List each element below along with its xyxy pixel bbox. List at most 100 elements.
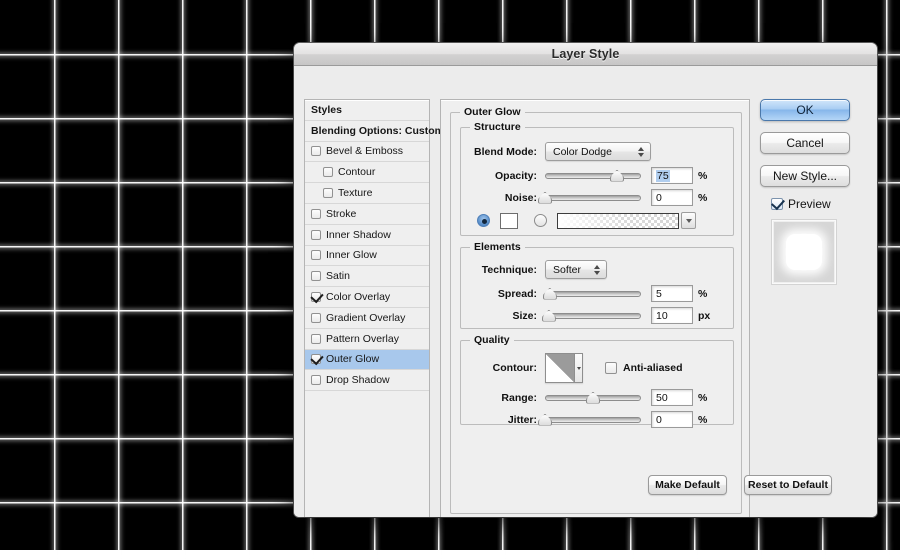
dialog-titlebar[interactable]: Layer Style [294, 43, 877, 66]
checkbox-icon[interactable] [311, 313, 321, 323]
fill-gradient-radio[interactable] [534, 214, 547, 227]
range-row: Range: 50 % [465, 389, 731, 406]
checkbox-icon[interactable] [311, 250, 321, 260]
styles-list-item-drop-shadow[interactable]: Drop Shadow [305, 370, 429, 391]
blend-mode-label: Blend Mode: [465, 146, 537, 158]
jitter-label: Jitter: [465, 414, 537, 426]
preview-toggle[interactable]: Preview [771, 197, 868, 211]
styles-list-item-contour[interactable]: Contour [305, 162, 429, 183]
noise-value: 0 [656, 192, 662, 204]
checkbox-icon[interactable] [311, 375, 321, 385]
gradient-picker-button[interactable] [681, 212, 696, 229]
styles-list-item-label: Stroke [326, 208, 356, 220]
styles-list-item-label: Contour [338, 166, 375, 178]
styles-list-item-outer-glow[interactable]: Outer Glow [305, 350, 429, 371]
technique-select[interactable]: Softer [545, 260, 607, 279]
effect-settings-panel: Outer Glow Structure Blend Mode: Color D… [440, 99, 750, 517]
styles-list-item-gradient-overlay[interactable]: Gradient Overlay [305, 308, 429, 329]
checkbox-icon[interactable] [311, 209, 321, 219]
styles-list-item-label: Inner Shadow [326, 229, 391, 241]
styles-list-item-pattern-overlay[interactable]: Pattern Overlay [305, 329, 429, 350]
jitter-slider[interactable] [545, 413, 641, 427]
styles-list-item-inner-shadow[interactable]: Inner Shadow [305, 225, 429, 246]
styles-list-item-blending-options-custom[interactable]: Blending Options: Custom [305, 121, 429, 142]
quality-legend: Quality [470, 334, 514, 346]
checkbox-icon[interactable] [311, 146, 321, 156]
checkbox-checked-icon[interactable] [311, 354, 321, 364]
contour-row: Contour: Anti-aliased [465, 353, 731, 383]
styles-list-item-label: Pattern Overlay [326, 333, 399, 345]
styles-list-item-inner-glow[interactable]: Inner Glow [305, 246, 429, 267]
spread-row: Spread: 5 % [465, 285, 731, 302]
elements-group: Elements Technique: Softer Spread: [460, 247, 734, 329]
slider-track [545, 291, 641, 297]
styles-list-item-label: Texture [338, 187, 372, 199]
checkbox-icon[interactable] [323, 188, 333, 198]
reset-to-default-button[interactable]: Reset to Default [744, 475, 832, 495]
blend-mode-select[interactable]: Color Dodge [545, 142, 651, 161]
blend-mode-value: Color Dodge [553, 146, 635, 158]
opacity-value: 75 [656, 170, 670, 182]
new-style-button[interactable]: New Style... [760, 165, 850, 187]
styles-list-item-stroke[interactable]: Stroke [305, 204, 429, 225]
checkbox-checked-icon[interactable] [311, 292, 321, 302]
checkbox-icon[interactable] [323, 167, 333, 177]
contour-curve-icon [546, 354, 574, 382]
styles-list-item-bevel-emboss[interactable]: Bevel & Emboss [305, 142, 429, 163]
anti-aliased-label: Anti-aliased [623, 362, 683, 374]
popup-arrows-icon [635, 145, 646, 158]
opacity-slider[interactable] [545, 169, 641, 183]
fill-color-radio[interactable] [477, 214, 490, 227]
preview-checkbox[interactable] [771, 198, 783, 210]
styles-list-item-label: Styles [311, 104, 342, 116]
styles-list-item-satin[interactable]: Satin [305, 266, 429, 287]
opacity-row: Opacity: 75 % [465, 167, 731, 184]
technique-label: Technique: [465, 264, 537, 276]
glow-color-swatch[interactable] [500, 213, 518, 229]
spread-unit: % [698, 288, 707, 300]
styles-list-item-label: Gradient Overlay [326, 312, 405, 324]
styles-list-item-label: Outer Glow [326, 353, 379, 365]
checkbox-icon[interactable] [311, 334, 321, 344]
range-label: Range: [465, 392, 537, 404]
noise-unit: % [698, 192, 707, 204]
gradient-preview-strip[interactable] [557, 213, 679, 229]
jitter-unit: % [698, 414, 707, 426]
anti-aliased-checkbox[interactable] [605, 362, 617, 374]
jitter-value: 0 [656, 414, 662, 426]
jitter-input[interactable]: 0 [651, 411, 693, 428]
outer-glow-group: Outer Glow Structure Blend Mode: Color D… [450, 112, 742, 514]
structure-group: Structure Blend Mode: Color Dodge Opacit… [460, 127, 734, 236]
contour-preview[interactable] [545, 353, 583, 383]
spread-slider[interactable] [545, 287, 641, 301]
noise-slider[interactable] [545, 191, 641, 205]
styles-list-item-styles[interactable]: Styles [305, 100, 429, 121]
structure-legend: Structure [470, 121, 525, 133]
layer-style-dialog: Layer Style Styles Blending Options: Cust… [294, 43, 877, 517]
styles-list-item-color-overlay[interactable]: Color Overlay [305, 287, 429, 308]
make-default-button[interactable]: Make Default [648, 475, 727, 495]
cancel-button[interactable]: Cancel [760, 132, 850, 154]
styles-list-item-texture[interactable]: Texture [305, 183, 429, 204]
styles-list-item-label: Color Overlay [326, 291, 390, 303]
size-slider[interactable] [545, 309, 641, 323]
opacity-unit: % [698, 170, 707, 182]
range-slider[interactable] [545, 391, 641, 405]
noise-input[interactable]: 0 [651, 189, 693, 206]
size-input[interactable]: 10 [651, 307, 693, 324]
range-input[interactable]: 50 [651, 389, 693, 406]
jitter-row: Jitter: 0 % [465, 411, 731, 428]
slider-track [545, 313, 641, 319]
opacity-input[interactable]: 75 [651, 167, 693, 184]
size-unit: px [698, 310, 710, 322]
checkbox-icon[interactable] [311, 230, 321, 240]
checkbox-icon[interactable] [311, 271, 321, 281]
spread-input[interactable]: 5 [651, 285, 693, 302]
technique-row: Technique: Softer [465, 260, 731, 279]
size-label: Size: [465, 310, 537, 322]
fill-type-row [477, 212, 727, 229]
ok-button[interactable]: OK [760, 99, 850, 121]
contour-dropdown-icon[interactable] [574, 354, 582, 382]
range-unit: % [698, 392, 707, 404]
styles-list[interactable]: Styles Blending Options: CustomBevel & Em… [304, 99, 430, 517]
